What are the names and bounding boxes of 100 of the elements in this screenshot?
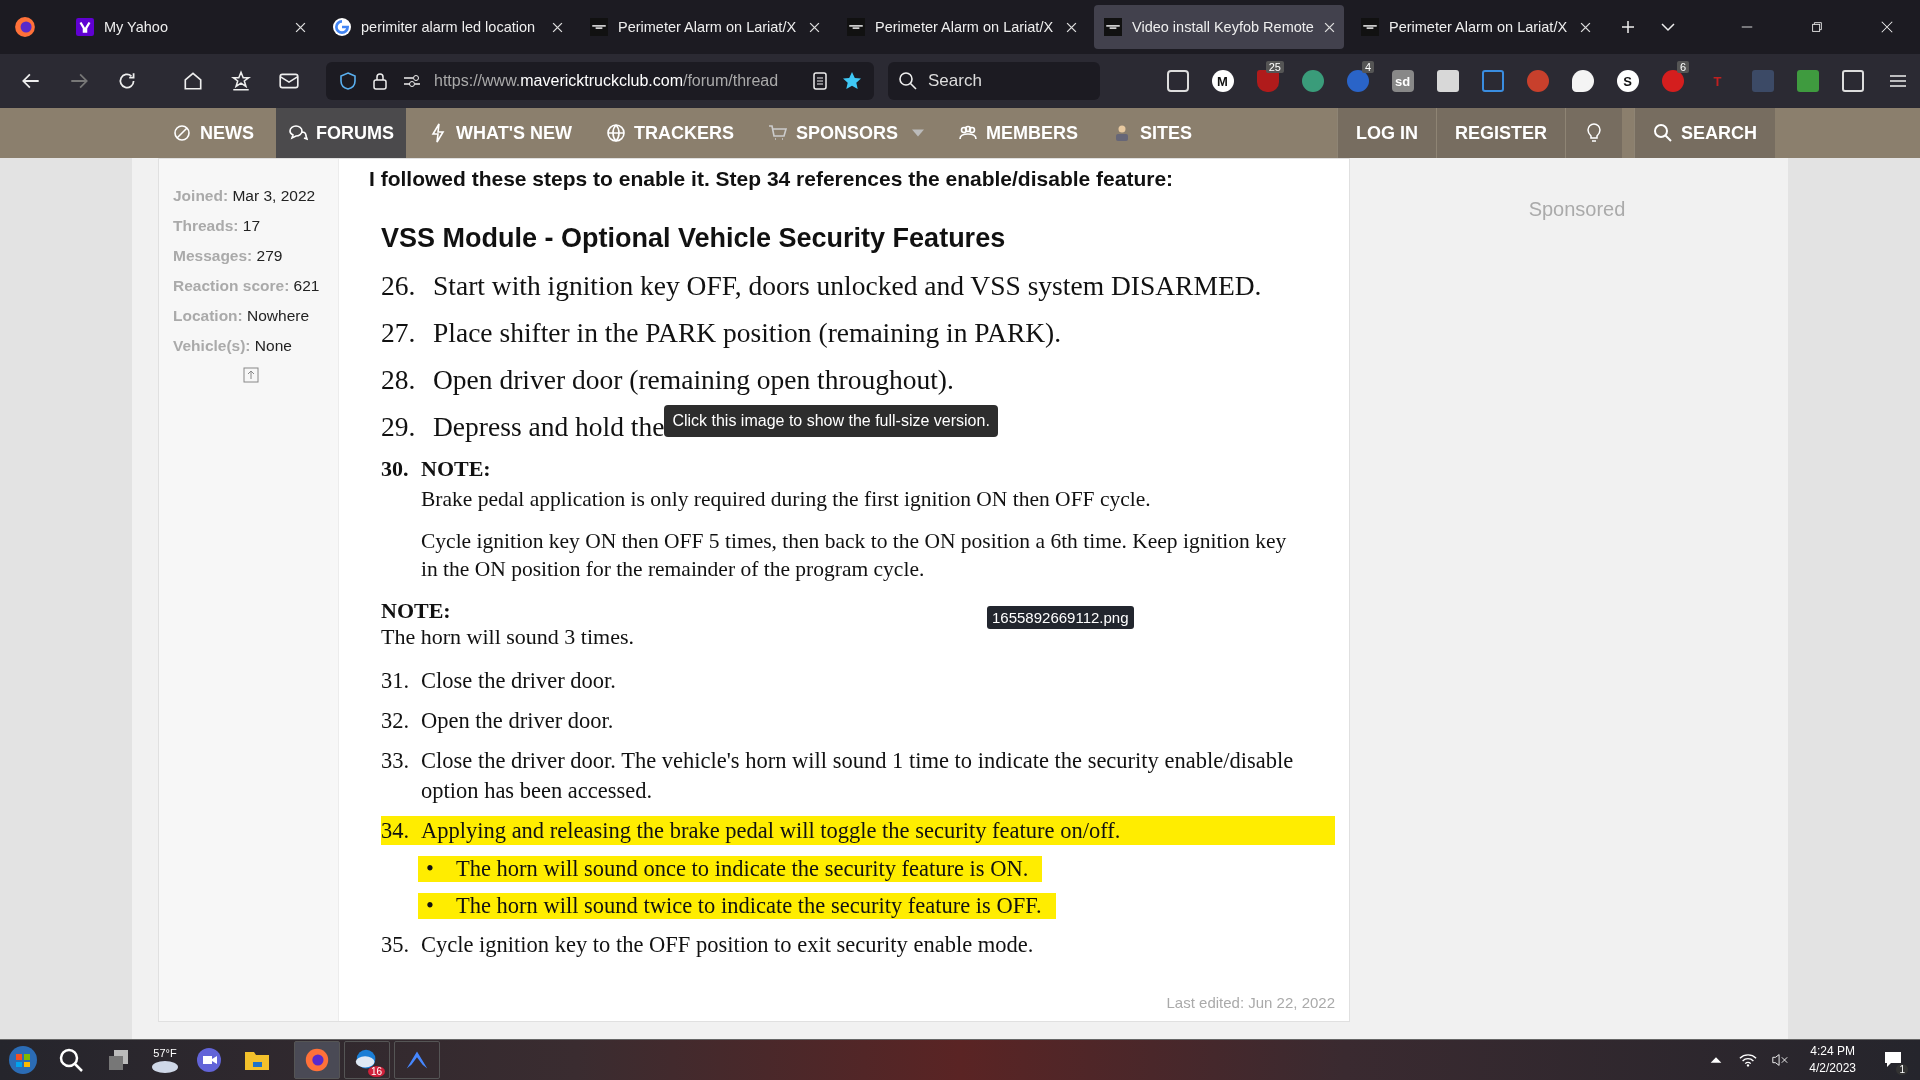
step-number: 32. xyxy=(381,707,411,736)
site-icon xyxy=(847,18,865,36)
note-text: Cycle ignition key ON then OFF 5 times, then back to the ON position a 6th time. Keep ignition key in the ON position for the remainder of the program cycle. xyxy=(421,527,1288,583)
step-number: 26. xyxy=(381,270,417,302)
step-text: NOTE: xyxy=(421,456,491,482)
register-button[interactable]: REGISTER xyxy=(1435,108,1565,158)
last-edited-text: Last edited: Jun 22, 2022 xyxy=(1166,994,1335,1011)
firefox-icon xyxy=(303,1046,331,1074)
note-text: The horn will sound 3 times. xyxy=(381,623,635,650)
step-text: Close the driver door. xyxy=(421,666,617,695)
restore-icon[interactable] xyxy=(1810,20,1824,34)
browser-tab[interactable]: Perimeter Alarm on Lariat/X xyxy=(1351,5,1601,49)
extension-button[interactable]: sd xyxy=(1380,61,1425,101)
reader-view-icon[interactable] xyxy=(810,71,830,91)
search-field[interactable]: Search xyxy=(888,62,1100,100)
document-heading: VSS Module - Optional Vehicle Security Features xyxy=(381,223,1007,254)
user-stat: Joined: Mar 3, 2022 xyxy=(173,187,317,205)
wifi-icon[interactable] xyxy=(1739,1052,1758,1068)
step-text: Open driver door (remaining open throughout). xyxy=(433,364,954,396)
bullet-mark: • xyxy=(425,856,435,883)
extension-button[interactable]: 25 xyxy=(1245,61,1290,101)
nav-tab[interactable]: SITES xyxy=(1100,108,1204,158)
browser-tab[interactable]: Video install Keyfob Remote xyxy=(1094,5,1344,49)
site-icon xyxy=(590,18,608,36)
weather-widget[interactable]: 57°F xyxy=(152,1047,178,1073)
clock[interactable]: 4:24 PM 4/2/2023 xyxy=(1809,1043,1856,1077)
home-icon[interactable] xyxy=(182,70,204,92)
close-icon[interactable] xyxy=(295,21,306,33)
site-icon xyxy=(1104,18,1122,36)
news-icon xyxy=(172,123,192,143)
browser-tab[interactable]: Perimeter Alarm on Lariat/X xyxy=(580,5,830,49)
post-text: I followed these steps to enable it. Step 34 references the enable/disable feature: xyxy=(369,167,1175,191)
site-icon xyxy=(1361,18,1379,36)
note-text: Brake pedal application is only required during the first ignition ON then OFF cycle. xyxy=(421,486,1152,513)
step-number: 30. xyxy=(381,456,410,482)
nav-tab[interactable]: NEWS xyxy=(160,108,266,158)
google-icon xyxy=(333,18,351,36)
firefox-taskbar-button[interactable] xyxy=(294,1041,340,1079)
step-number: 33. xyxy=(381,747,411,776)
nav-tab[interactable]: TRACKERS xyxy=(593,108,746,158)
search-button[interactable]: SEARCH xyxy=(1634,108,1775,158)
lock-icon[interactable] xyxy=(370,71,390,91)
close-icon[interactable] xyxy=(552,21,563,33)
start-button[interactable] xyxy=(8,1045,38,1075)
step-number: 27. xyxy=(381,317,417,349)
step-number: 31. xyxy=(381,666,411,695)
bullet-text: The horn will sound twice to indicate the security feature is OFF. xyxy=(456,893,1042,920)
search-icon xyxy=(1653,123,1673,143)
nav-tab[interactable]: FORUMS xyxy=(276,108,406,158)
browser-tab[interactable]: My Yahoo xyxy=(66,5,316,49)
browser-tab[interactable]: perimiter alarm led location xyxy=(323,5,573,49)
collapse-icon[interactable] xyxy=(243,367,259,383)
note-label: NOTE: xyxy=(381,597,451,623)
tooltip: Click this image to show the full-size version. xyxy=(664,405,998,437)
close-icon[interactable] xyxy=(1066,21,1077,33)
step-number: 35. xyxy=(381,931,411,960)
user-stat: Vehicle(s): None xyxy=(173,337,293,355)
lightbulb-icon xyxy=(1584,123,1604,143)
user-stat: Messages: 279 xyxy=(173,247,284,265)
sponsored-label: Sponsored xyxy=(1528,198,1626,222)
extension-button[interactable]: M xyxy=(1200,61,1245,101)
step-text: Place shifter in the PARK position (remaining in PARK). xyxy=(433,317,1062,349)
filename-label: 1655892669112.png xyxy=(987,605,1134,629)
vpn-taskbar-button[interactable] xyxy=(394,1041,440,1079)
notification-button[interactable]: 1 xyxy=(1878,1045,1908,1075)
firefox-icon[interactable] xyxy=(14,16,36,38)
count-badge: 25 xyxy=(1265,61,1284,73)
nav-tab[interactable]: SPONSORS xyxy=(755,108,936,158)
browser-tab[interactable]: Perimeter Alarm on Lariat/X xyxy=(837,5,1087,49)
shield-icon[interactable] xyxy=(338,71,358,91)
address-bar[interactable]: https://www.mavericktruckclub.com/forum/thread xyxy=(326,62,874,100)
globe-icon xyxy=(605,123,626,143)
step-number: 29. xyxy=(381,411,417,443)
user-stat: Threads: 17 xyxy=(173,217,262,235)
step-text: Start with ignition key OFF, doors unlocked and VSS system DISARMED. xyxy=(433,270,1262,302)
close-icon[interactable] xyxy=(1880,20,1894,34)
mail-taskbar-button[interactable]: 16 xyxy=(344,1041,390,1079)
muted-speaker-icon[interactable] xyxy=(1771,1052,1790,1068)
star-icon[interactable] xyxy=(842,71,862,91)
new-tab-icon[interactable] xyxy=(1620,19,1636,35)
chat-bubbles-icon xyxy=(288,123,308,143)
cloud-icon xyxy=(152,1061,178,1073)
step-text: Cycle ignition key to the OFF position to exit security enable mode. xyxy=(421,931,1035,960)
cart-icon xyxy=(767,123,788,143)
close-icon[interactable] xyxy=(809,21,820,33)
search-icon xyxy=(898,71,918,91)
star-tray-icon[interactable] xyxy=(230,70,252,92)
nav-tab[interactable]: MEMBERS xyxy=(946,108,1090,158)
theme-button[interactable] xyxy=(1565,108,1622,158)
bullet-mark: • xyxy=(425,893,435,920)
extension-button[interactable]: 6 xyxy=(1650,61,1695,101)
step-number: 34. xyxy=(381,816,411,845)
nav-tab[interactable]: WHAT'S NEW xyxy=(416,108,584,158)
extension-button[interactable]: 4 xyxy=(1335,61,1380,101)
login-button[interactable]: LOG IN xyxy=(1336,108,1436,158)
chat-icon[interactable] xyxy=(194,1045,224,1075)
close-icon[interactable] xyxy=(1323,21,1335,33)
extension-button[interactable]: S xyxy=(1605,61,1650,101)
step-number: 28. xyxy=(381,364,417,396)
close-icon[interactable] xyxy=(1580,21,1591,33)
